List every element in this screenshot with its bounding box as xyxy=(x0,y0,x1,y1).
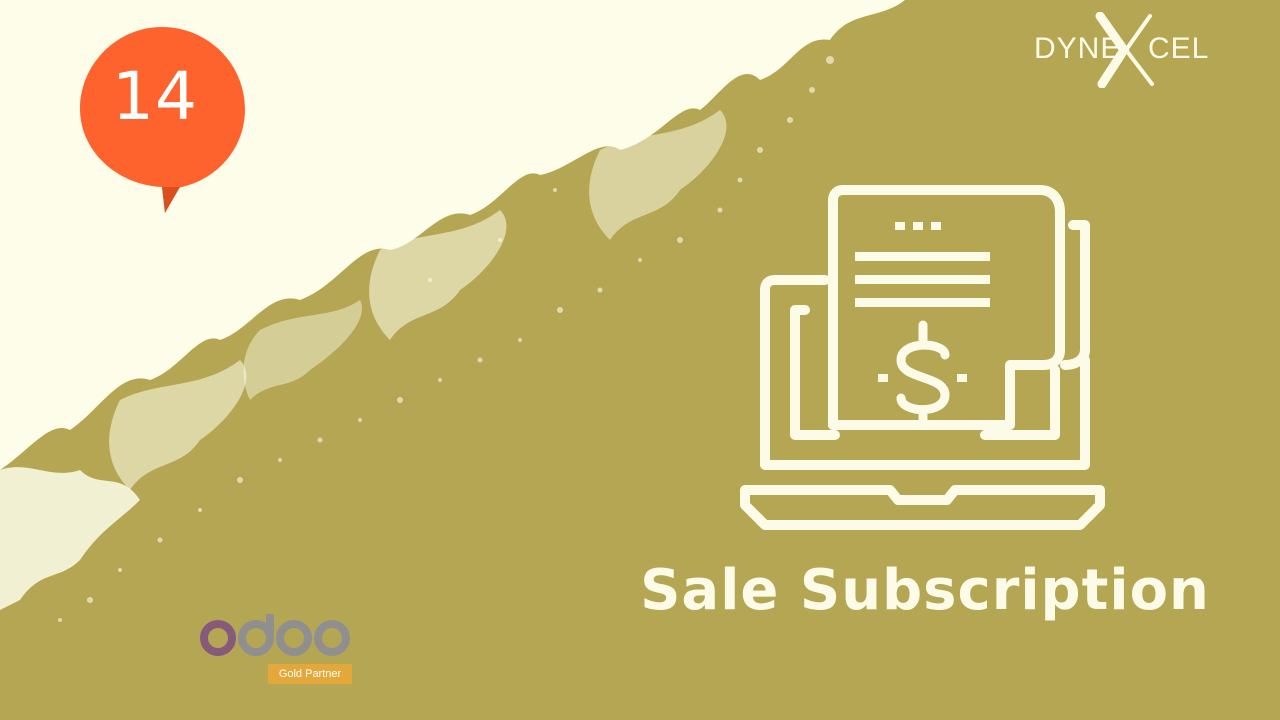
version-number: 14 xyxy=(112,58,198,135)
page-title: Sale Subscription xyxy=(640,558,1210,623)
odoo-logo xyxy=(200,614,350,656)
slide-canvas: 14 DYNE CEL Sale Subscription Gold Partn… xyxy=(0,0,1280,720)
partner-tag: Gold Partner xyxy=(268,664,352,684)
invoice-laptop-dollar-icon xyxy=(740,185,1105,530)
brand-logo-text-right: CEL xyxy=(1148,32,1210,65)
